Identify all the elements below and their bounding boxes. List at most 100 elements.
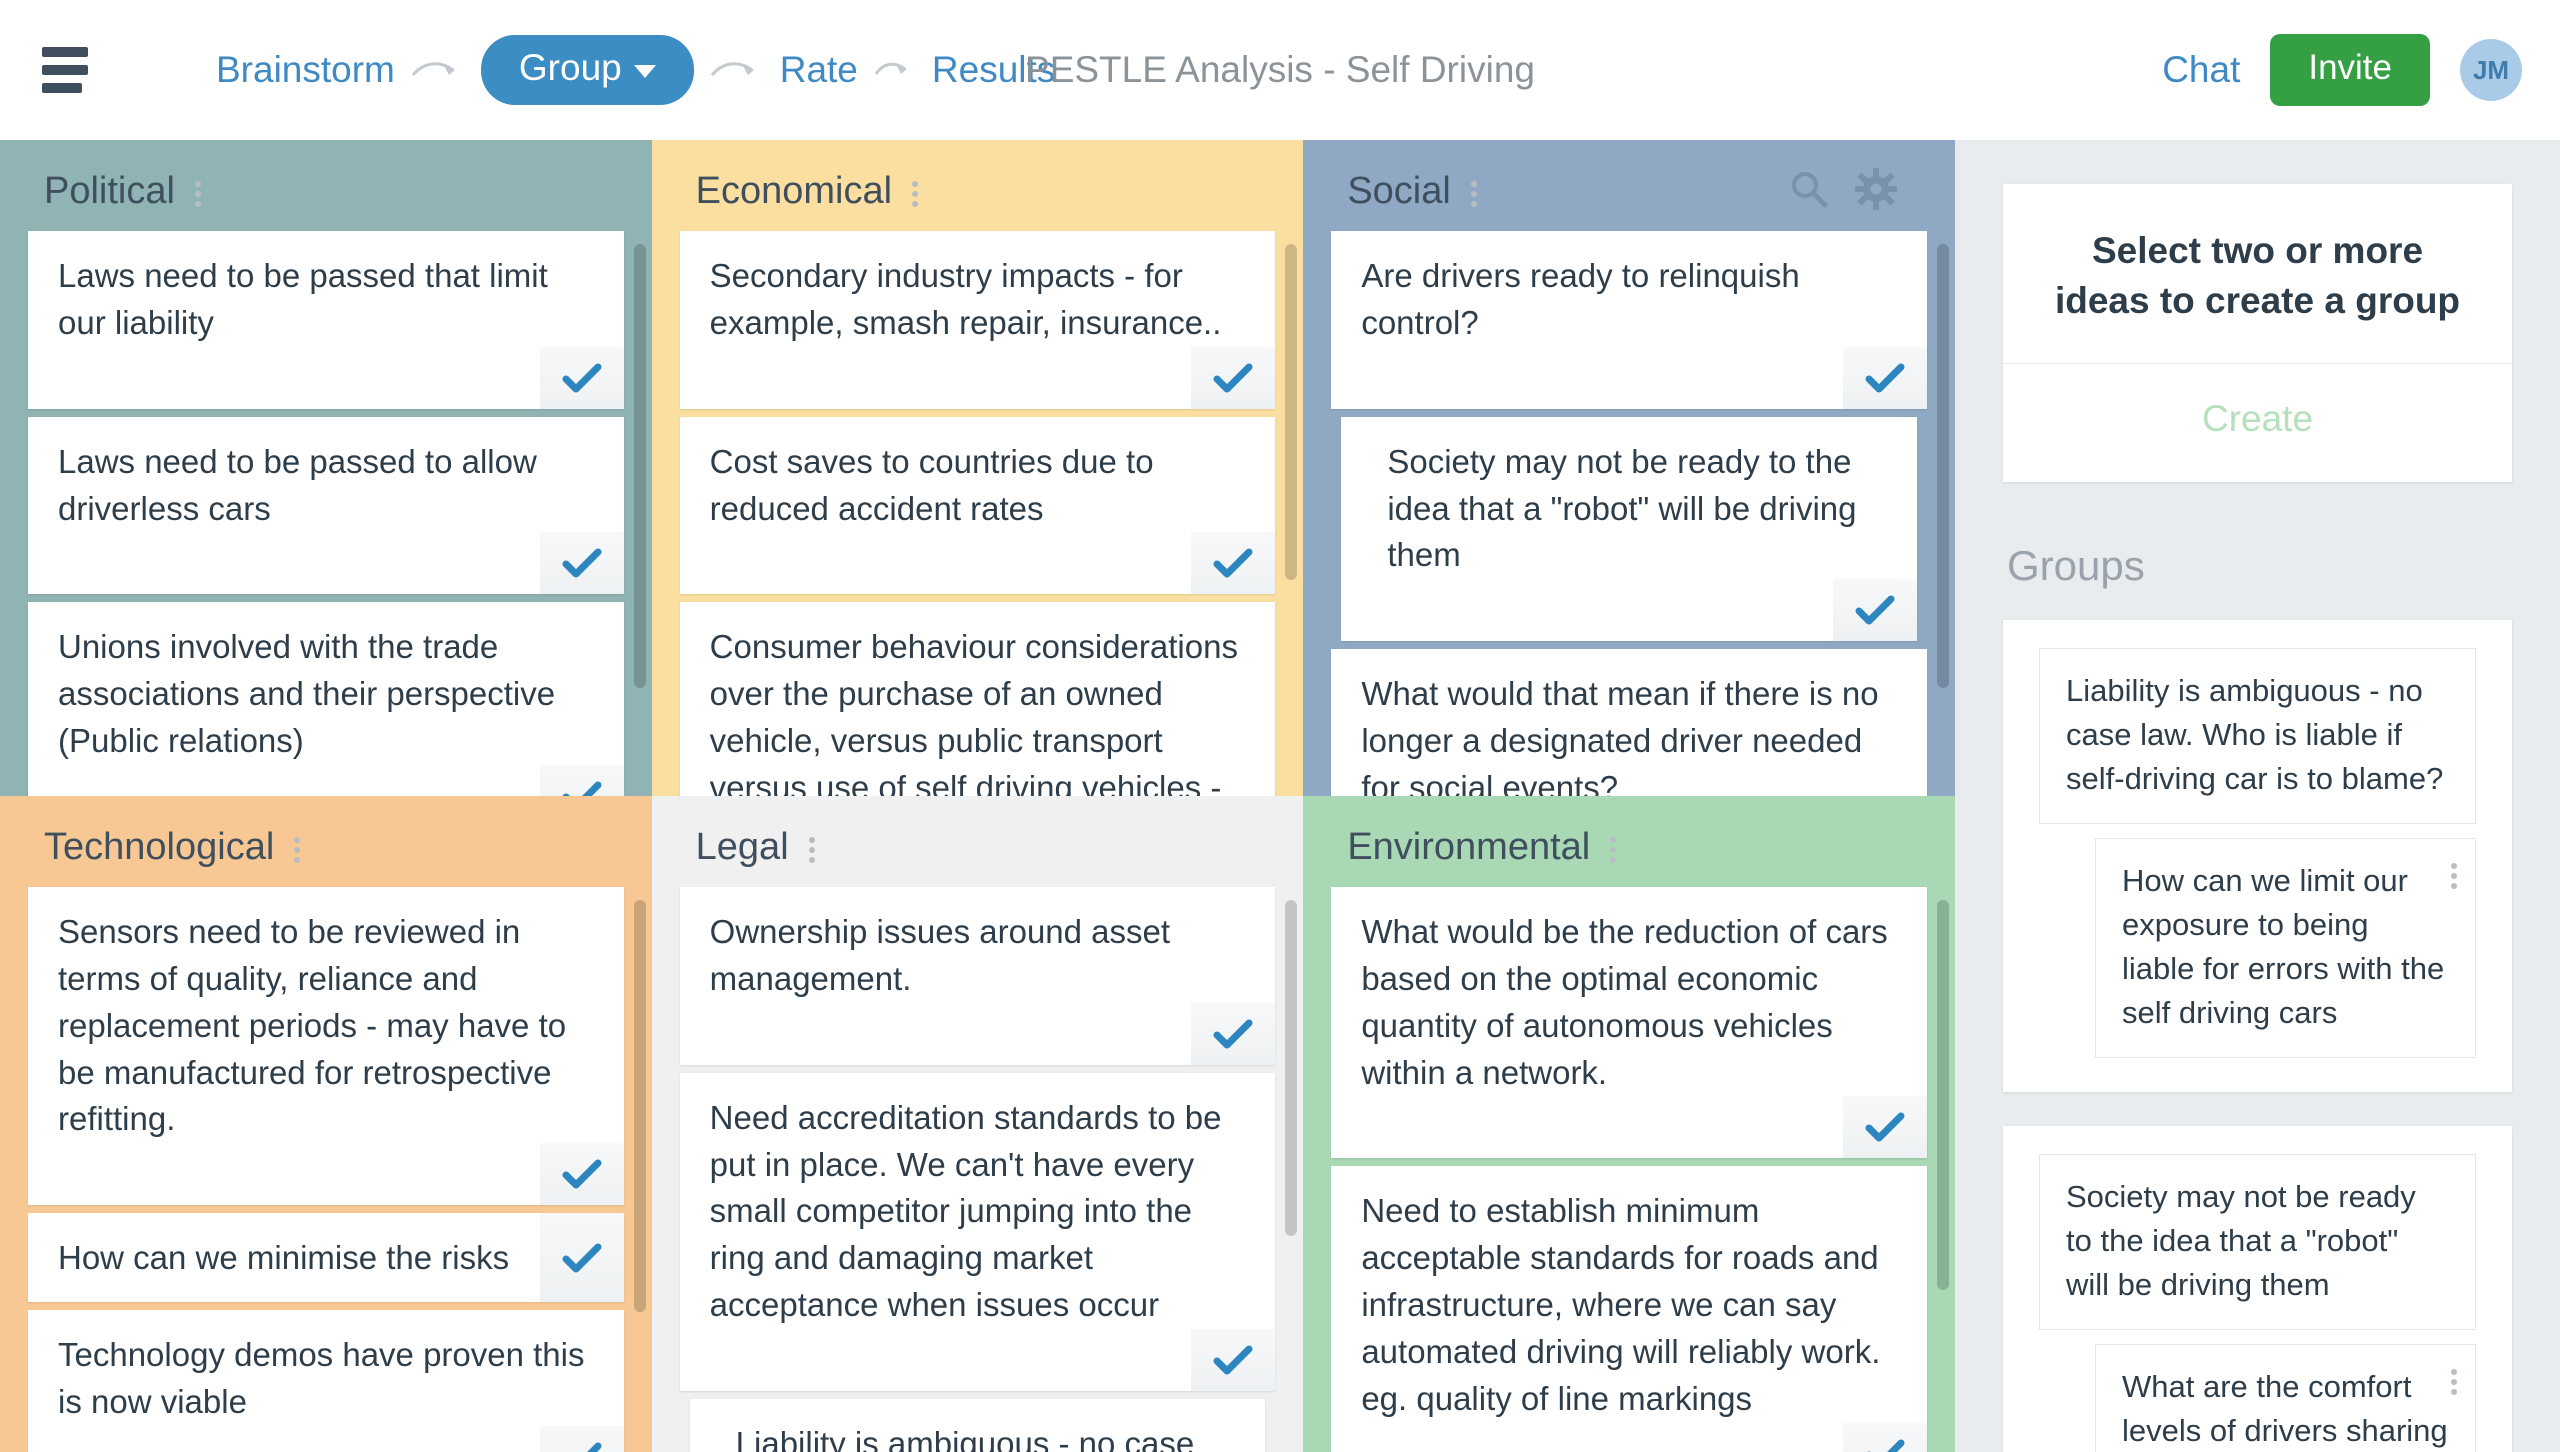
column-scrollbar[interactable] <box>1285 900 1298 1442</box>
column-title: Economical <box>695 170 893 212</box>
group-card[interactable]: Society may not be ready to the idea tha… <box>2003 1125 2512 1452</box>
chat-link[interactable]: Chat <box>2162 49 2240 91</box>
group-idea[interactable]: How can we limit our exposure to being l… <box>2095 837 2476 1058</box>
group-card[interactable]: Liability is ambiguous - no case law. Wh… <box>2003 619 2512 1092</box>
approve-check-button[interactable] <box>1191 346 1276 409</box>
approve-check-button[interactable] <box>1833 579 1917 642</box>
idea-card-footer <box>680 346 1276 409</box>
column-economical: Economical Secondary industry impacts - f… <box>651 140 1304 796</box>
board: Political Laws need to be passed that lim… <box>0 140 2560 1452</box>
approve-check-button[interactable] <box>539 1143 624 1206</box>
column-political: Political Laws need to be passed that lim… <box>0 140 652 796</box>
column-scrollbar[interactable] <box>1937 900 1949 1442</box>
idea-card-footer <box>680 1002 1276 1065</box>
approve-check-button[interactable] <box>539 346 624 409</box>
idea-card[interactable]: Unions involved with the trade associati… <box>28 602 624 796</box>
kebab-menu-icon[interactable] <box>294 836 301 863</box>
search-icon[interactable] <box>1789 169 1829 209</box>
column-scrollbar[interactable] <box>1285 244 1298 786</box>
approve-check-button[interactable] <box>1843 1422 1927 1452</box>
kebab-menu-icon[interactable] <box>2451 862 2457 889</box>
idea-card[interactable]: Are drivers ready to relinquish control? <box>1331 231 1927 409</box>
idea-card[interactable]: Ownership issues around asset management… <box>679 887 1276 1065</box>
column-title: Legal <box>695 826 789 868</box>
create-group-box: Select two or more ideas to create a gro… <box>2003 184 2512 482</box>
idea-card[interactable]: Liability is ambiguous - no case law. Wh… <box>679 1399 1266 1452</box>
idea-card[interactable]: Need to establish minimum acceptable sta… <box>1331 1166 1927 1452</box>
idea-card[interactable]: Secondary industry impacts - for example… <box>679 231 1276 409</box>
header-actions: Chat Invite JM <box>2162 34 2522 106</box>
column-header: Economical <box>668 140 1288 231</box>
idea-card-list: Laws need to be passed that limit our li… <box>16 231 636 796</box>
column-technological: Technological Sensors need to be reviewed… <box>0 796 652 1452</box>
column-header: Legal <box>668 796 1288 887</box>
idea-card[interactable]: What would that mean if there is no long… <box>1331 649 1927 796</box>
column-header: Technological <box>16 796 636 887</box>
group-idea[interactable]: Society may not be ready to the idea tha… <box>2039 1153 2476 1330</box>
column-scrollbar[interactable] <box>633 900 646 1442</box>
kebab-menu-icon[interactable] <box>1610 836 1617 863</box>
idea-card-footer <box>1331 1096 1927 1159</box>
idea-card-footer <box>28 1143 624 1206</box>
idea-card-list: What would be the reduction of cars base… <box>1319 887 1939 1452</box>
idea-card[interactable]: Laws need to be passed that limit our li… <box>28 231 624 409</box>
column-environmental: Environmental What would be the reduction… <box>1303 796 1955 1452</box>
gear-icon[interactable] <box>1855 168 1897 210</box>
idea-card[interactable]: Cost saves to countries due to reduced a… <box>679 416 1276 595</box>
breadcrumb-arrow-icon <box>411 57 465 83</box>
column-scrollbar[interactable] <box>633 244 646 786</box>
approve-check-button[interactable] <box>1191 1002 1276 1065</box>
approve-check-button[interactable] <box>1191 1329 1276 1392</box>
kebab-menu-icon[interactable] <box>808 836 815 863</box>
idea-card-text: Technology demos have proven this is now… <box>58 1336 585 1421</box>
kebab-menu-icon[interactable] <box>1470 180 1477 207</box>
idea-card[interactable]: How can we minimise the risks <box>28 1213 624 1303</box>
groups-list: Liability is ambiguous - no case law. Wh… <box>2003 619 2512 1452</box>
invite-button[interactable]: Invite <box>2270 34 2430 106</box>
kebab-menu-icon[interactable] <box>2451 1368 2457 1395</box>
idea-card-footer <box>1331 1422 1927 1452</box>
group-idea[interactable]: What are the comfort levels of drivers s… <box>2095 1343 2476 1452</box>
idea-card[interactable]: Sensors need to be reviewed in terms of … <box>28 887 624 1206</box>
approve-check-button[interactable] <box>539 1213 624 1303</box>
breadcrumb-arrow-icon <box>710 57 764 83</box>
idea-card-text: Consumer behaviour considerations over t… <box>709 628 1238 796</box>
column-title: Environmental <box>1347 826 1591 868</box>
idea-card[interactable]: Technology demos have proven this is now… <box>28 1310 624 1452</box>
idea-card[interactable]: Society may not be ready to the idea tha… <box>1331 416 1917 651</box>
kebab-menu-icon[interactable] <box>912 180 919 207</box>
group-idea[interactable]: Liability is ambiguous - no case law. Wh… <box>2039 647 2476 824</box>
breadcrumb-step-brainstorm[interactable]: Brainstorm <box>216 49 395 91</box>
column-scrollbar[interactable] <box>1937 244 1949 786</box>
breadcrumb-arrow-icon <box>874 57 916 83</box>
idea-card-text: What would that mean if there is no long… <box>1361 675 1879 796</box>
approve-check-button[interactable] <box>1843 346 1927 409</box>
approve-check-button[interactable] <box>539 1425 624 1452</box>
idea-card-footer <box>1341 579 1917 642</box>
idea-card[interactable]: Consumer behaviour considerations over t… <box>679 602 1276 796</box>
hamburger-menu-icon[interactable] <box>42 47 88 93</box>
breadcrumb: Brainstorm Group Rate Results <box>216 35 1055 105</box>
column-title: Political <box>44 170 175 212</box>
column-title: Technological <box>44 826 275 868</box>
avatar[interactable]: JM <box>2460 39 2522 101</box>
idea-card-text: Cost saves to countries due to reduced a… <box>709 442 1154 527</box>
create-group-button[interactable]: Create <box>2003 364 2512 482</box>
idea-card[interactable]: Laws need to be passed to allow driverle… <box>28 416 624 595</box>
column-title: Social <box>1347 170 1451 212</box>
approve-check-button[interactable] <box>1191 532 1276 595</box>
idea-card-list: Secondary industry impacts - for example… <box>668 231 1288 796</box>
breadcrumb-step-group[interactable]: Group <box>480 35 694 105</box>
approve-check-button[interactable] <box>539 765 624 796</box>
idea-card-text: Sensors need to be reviewed in terms of … <box>58 913 567 1138</box>
kebab-menu-icon[interactable] <box>194 180 201 207</box>
idea-card[interactable]: What would be the reduction of cars base… <box>1331 887 1927 1159</box>
idea-card-text: Are drivers ready to relinquish control? <box>1361 257 1800 341</box>
approve-check-button[interactable] <box>539 532 624 595</box>
idea-card[interactable]: Need accreditation standards to be put i… <box>679 1072 1276 1392</box>
column-social: Social Are drivers ready to relinquish co… <box>1303 140 1955 796</box>
breadcrumb-step-rate[interactable]: Rate <box>780 49 858 91</box>
approve-check-button[interactable] <box>1843 1096 1927 1159</box>
page-title: PESTLE Analysis - Self Driving <box>1025 49 1535 90</box>
column-actions <box>1789 168 1897 210</box>
